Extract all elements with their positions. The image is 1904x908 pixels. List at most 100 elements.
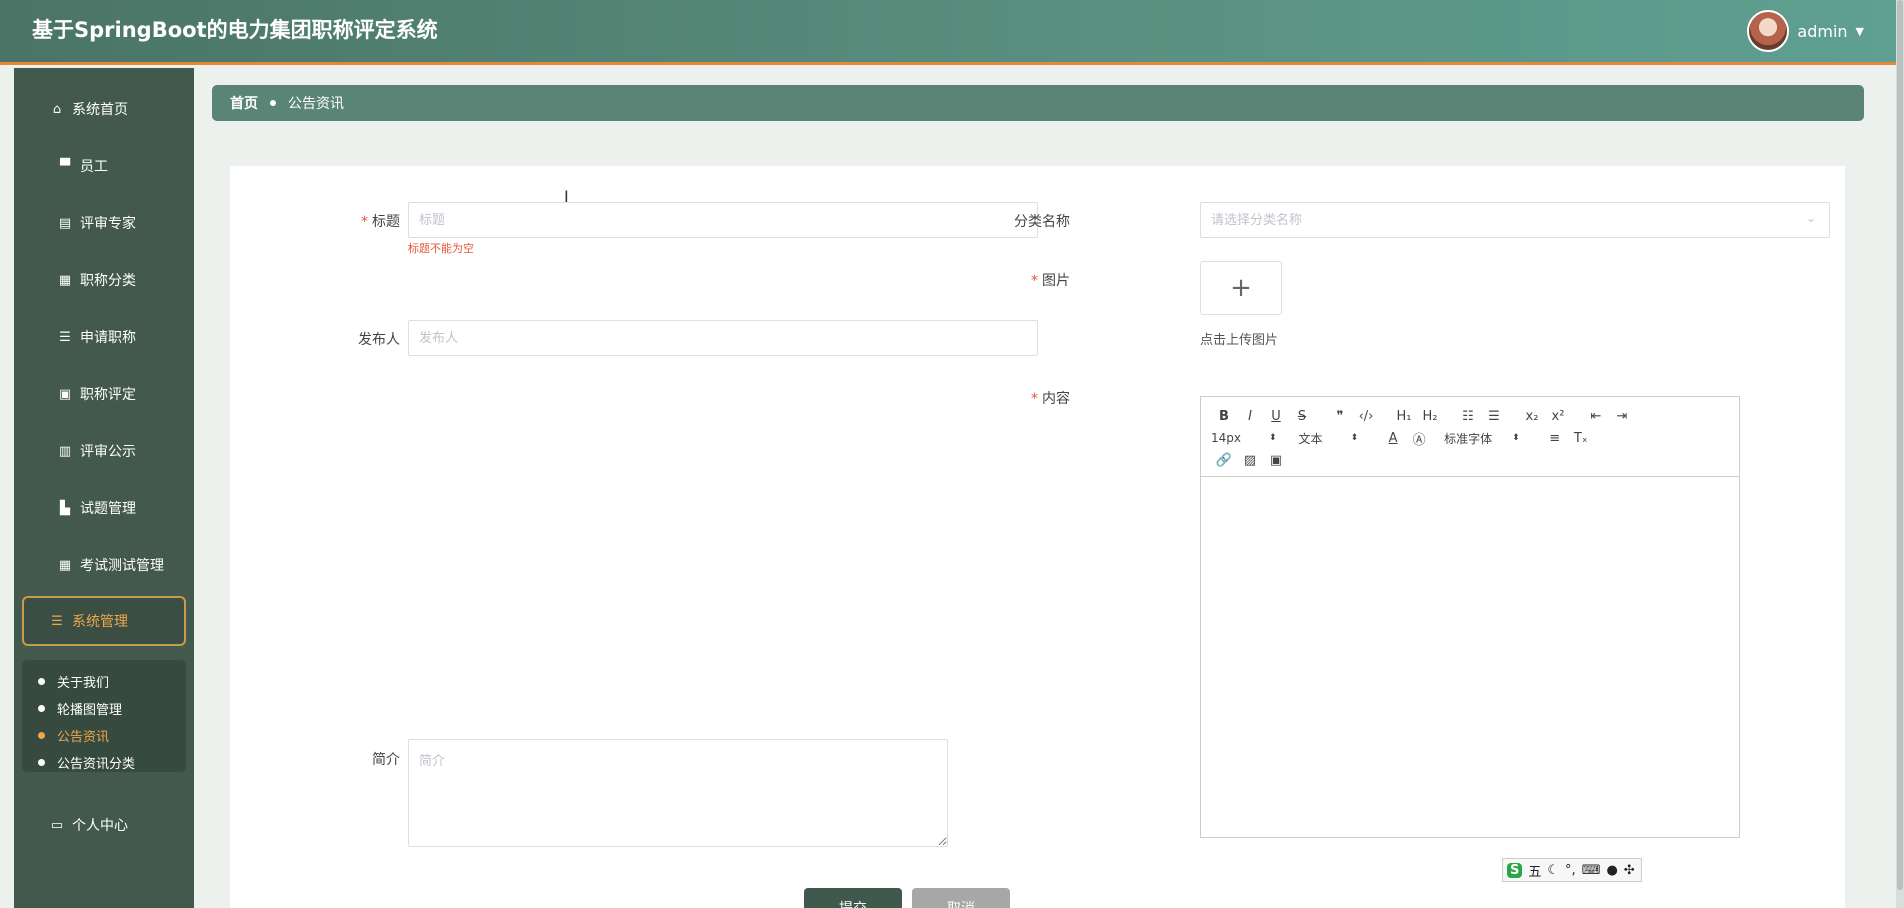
sidebar-item-title-category[interactable]: ▦ 职称分类 <box>22 255 186 305</box>
breadcrumb-current: 公告资讯 <box>288 96 344 112</box>
sidebar-item-label: 职称分类 <box>80 273 136 289</box>
sidebar-item-label: 评审专家 <box>80 216 136 232</box>
user-menu[interactable]: admin ▼ <box>1747 10 1864 52</box>
font-family-select[interactable]: 标准字体 ⬍ <box>1444 430 1520 447</box>
updown-arrows-icon: ⬍ <box>1350 433 1359 443</box>
clear-format-icon[interactable]: Tₓ <box>1568 431 1594 446</box>
keyboard-icon[interactable]: ⌨ <box>1582 863 1601 878</box>
submenu-item-carousel[interactable]: 轮播图管理 <box>38 695 186 722</box>
updown-arrows-icon: ⬍ <box>1269 433 1277 443</box>
chevron-down-icon[interactable]: ⌄ <box>1806 211 1816 225</box>
strikethrough-icon[interactable]: S <box>1289 409 1315 424</box>
submenu-item-news-category[interactable]: 公告资讯分类 <box>38 749 186 776</box>
bold-icon[interactable]: B <box>1211 409 1237 424</box>
superscript-icon[interactable]: x² <box>1545 409 1571 424</box>
caret-down-icon[interactable]: ▼ <box>1856 25 1864 38</box>
bullet-icon <box>38 732 45 739</box>
font-size-select[interactable]: 14px ⬍ <box>1211 431 1277 445</box>
bullet-list-icon[interactable]: ☰ <box>1481 409 1507 424</box>
sidebar-item-label: 评审公示 <box>80 444 136 460</box>
required-marker: * <box>1031 273 1038 289</box>
required-marker: * <box>1031 391 1038 407</box>
publisher-label: 发布人 <box>358 332 400 348</box>
list-icon: ☰ <box>59 329 71 345</box>
apps-icon[interactable]: ✣ <box>1624 863 1635 878</box>
app-title: 基于SpringBoot的电力集团职称评定系统 <box>32 18 438 42</box>
editor-toolbar: B I U S ❞ ‹/› H₁ H₂ ☷ ☰ x₂ x² ⇤ ⇥ 14px ⬍… <box>1201 397 1739 477</box>
block-format-select[interactable]: 文本 ⬍ <box>1299 430 1359 447</box>
avatar[interactable] <box>1747 10 1790 52</box>
moon-icon[interactable]: ☾ <box>1547 863 1559 878</box>
video-icon[interactable]: ▣ <box>1263 453 1289 468</box>
code-icon[interactable]: ‹/› <box>1353 409 1379 424</box>
italic-icon[interactable]: I <box>1237 409 1263 424</box>
blockquote-icon[interactable]: ❞ <box>1327 409 1353 424</box>
image-icon[interactable]: ▨ <box>1237 453 1263 468</box>
ime-mode[interactable]: 五 <box>1528 861 1541 880</box>
scrollbar-thumb[interactable] <box>1897 0 1903 890</box>
block-format-value: 文本 <box>1298 431 1323 446</box>
system-submenu: 关于我们 轮播图管理 公告资讯 公告资讯分类 <box>22 660 186 772</box>
sidebar-item-expert[interactable]: ▤ 评审专家 <box>22 198 186 248</box>
sidebar-item-evaluation[interactable]: ▣ 职称评定 <box>22 369 186 419</box>
briefcase-icon: ▣ <box>58 386 72 402</box>
title-label: * 标题 <box>280 211 400 231</box>
list-icon: ☰ <box>51 613 63 629</box>
book-icon: ▙ <box>60 500 70 516</box>
breadcrumb-home[interactable]: 首页 <box>230 93 258 113</box>
bullet-icon <box>38 759 45 766</box>
sidebar: ⌂ 系统首页 ▀ 员工 ▤ 评审专家 ▦ 职称分类 ☰ 申请职称 ▣ 职称评定 … <box>14 68 194 908</box>
sidebar-item-label: 职称评定 <box>80 387 136 403</box>
ordered-list-icon[interactable]: ☷ <box>1455 409 1481 424</box>
punctuation-icon[interactable]: °, <box>1565 863 1576 878</box>
image-label-text: 图片 <box>1042 273 1070 289</box>
sidebar-item-label: 员工 <box>80 159 108 175</box>
sidebar-item-exams[interactable]: ▦ 考试测试管理 <box>22 540 186 590</box>
align-icon[interactable]: ≡ <box>1542 431 1568 446</box>
cancel-button[interactable]: 取消 <box>912 888 1010 908</box>
underline-icon[interactable]: U <box>1263 409 1289 424</box>
sidebar-item-label: 试题管理 <box>80 501 136 517</box>
user-icon[interactable]: ● <box>1606 863 1617 878</box>
text-cursor-icon: I <box>564 187 569 206</box>
indent-icon[interactable]: ⇥ <box>1609 409 1635 424</box>
username[interactable]: admin <box>1797 22 1847 41</box>
outdent-icon[interactable]: ⇤ <box>1583 409 1609 424</box>
subscript-icon[interactable]: x₂ <box>1519 409 1545 424</box>
monitor-icon: ▀ <box>60 158 70 174</box>
content-label: * 内容 <box>950 388 1070 408</box>
category-select[interactable] <box>1200 202 1830 238</box>
title-input[interactable] <box>408 202 1038 238</box>
submenu-item-about[interactable]: 关于我们 <box>38 668 186 695</box>
font-family-value: 标准字体 <box>1444 431 1493 446</box>
font-color-icon[interactable]: A <box>1380 431 1406 446</box>
breadcrumb: 首页 公告资讯 <box>212 85 1864 121</box>
submenu-item-label: 关于我们 <box>57 676 110 691</box>
app-header: 基于SpringBoot的电力集团职称评定系统 admin ▼ <box>0 0 1904 65</box>
intro-label: 简介 <box>372 752 400 768</box>
editor-content-area[interactable] <box>1201 477 1739 837</box>
sidebar-item-profile[interactable]: ▭ 个人中心 <box>22 800 186 850</box>
sidebar-item-publicity[interactable]: ▥ 评审公示 <box>22 426 186 476</box>
sidebar-item-home[interactable]: ⌂ 系统首页 <box>22 84 186 134</box>
heading1-icon[interactable]: H₁ <box>1391 409 1417 424</box>
image-upload-button[interactable]: + <box>1200 261 1282 315</box>
image-label: * 图片 <box>950 270 1070 290</box>
bullet-icon <box>38 705 45 712</box>
font-size-value: 14px <box>1211 431 1241 445</box>
ime-toolbar[interactable]: S 五 ☾ °, ⌨ ● ✣ <box>1502 858 1642 882</box>
sidebar-item-employee[interactable]: ▀ 员工 <box>22 141 186 191</box>
link-icon[interactable]: 🔗 <box>1211 453 1237 468</box>
background-color-icon[interactable]: Ⓐ <box>1406 429 1432 448</box>
submit-button[interactable]: 提交 <box>804 888 902 908</box>
sogou-logo-icon: S <box>1507 862 1523 878</box>
page-scrollbar[interactable] <box>1896 0 1904 908</box>
intro-textarea[interactable] <box>408 739 948 847</box>
submenu-item-label: 轮播图管理 <box>57 703 123 718</box>
heading2-icon[interactable]: H₂ <box>1417 409 1443 424</box>
submenu-item-news[interactable]: 公告资讯 <box>38 722 186 749</box>
sidebar-item-questions[interactable]: ▙ 试题管理 <box>22 483 186 533</box>
publisher-input[interactable] <box>408 320 1038 356</box>
sidebar-item-system[interactable]: ☰ 系统管理 <box>22 596 186 646</box>
sidebar-item-apply-title[interactable]: ☰ 申请职称 <box>22 312 186 362</box>
